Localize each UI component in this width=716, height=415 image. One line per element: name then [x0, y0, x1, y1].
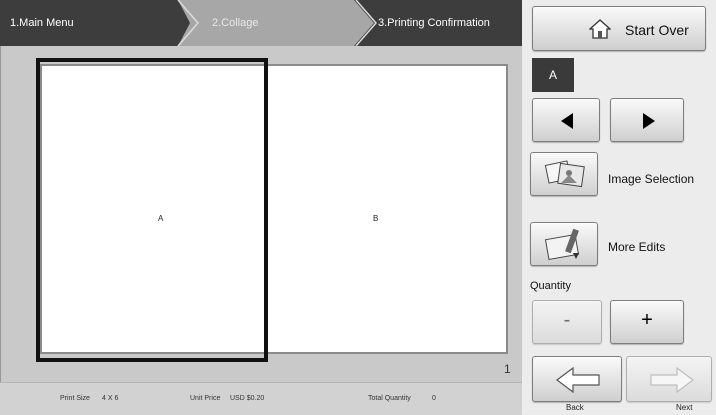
next-panel-button[interactable]	[610, 98, 684, 142]
current-step-highlight	[178, 0, 374, 46]
next-label: Next	[676, 403, 693, 412]
more-edits-label: More Edits	[608, 240, 666, 254]
page-number: 1	[504, 362, 511, 376]
panel-a-slot[interactable]	[36, 58, 268, 362]
minus-icon: -	[563, 309, 571, 331]
edit-tools-icon	[544, 228, 580, 261]
arrow-right-icon	[643, 113, 655, 129]
collage-canvas: A B 1	[0, 46, 523, 382]
order-info-bar: Print Size 4 X 6 Unit Price USD $0.20 To…	[0, 382, 522, 415]
home-icon	[589, 19, 611, 39]
previous-panel-button[interactable]	[532, 98, 600, 142]
back-label: Back	[566, 403, 584, 412]
start-over-button[interactable]: Start Over	[532, 6, 706, 51]
image-selection-label: Image Selection	[608, 172, 695, 186]
plus-icon: +	[641, 309, 653, 331]
total-quantity-value: 0	[432, 395, 436, 402]
back-button[interactable]	[532, 356, 622, 402]
back-arrow-icon	[556, 367, 600, 393]
start-over-label: Start Over	[625, 22, 689, 38]
more-edits-button[interactable]	[530, 222, 598, 266]
increase-quantity-button[interactable]: +	[610, 300, 684, 344]
selected-panel-indicator: A	[532, 58, 574, 92]
total-quantity-label: Total Quantity	[368, 395, 411, 402]
arrow-left-icon	[561, 113, 573, 129]
unit-price-value: USD $0.20	[230, 395, 265, 402]
panel-b-label: B	[373, 214, 379, 223]
photos-icon	[544, 160, 585, 188]
print-size-value: 4 X 6	[102, 395, 119, 402]
image-selection-button[interactable]	[530, 152, 598, 196]
decrease-quantity-button[interactable]: -	[532, 300, 602, 344]
next-button[interactable]	[626, 356, 712, 402]
step-progress-bar: 1.Main Menu 2.Collage 3.Printing Confirm…	[0, 0, 522, 46]
step-main-menu[interactable]: 1.Main Menu	[10, 0, 74, 46]
quantity-label: Quantity	[530, 280, 571, 292]
control-panel: Start Over A Image Selection More Edits …	[522, 0, 716, 414]
unit-price-label: Unit Price	[190, 395, 221, 402]
step-printing-confirmation: 3.Printing Confirmation	[378, 17, 490, 29]
step-separator-icon	[355, 0, 377, 46]
step-separator-icon	[177, 0, 199, 46]
step-collage: 2.Collage	[212, 17, 259, 29]
print-size-label: Print Size	[60, 395, 90, 402]
next-arrow-icon	[650, 367, 694, 393]
